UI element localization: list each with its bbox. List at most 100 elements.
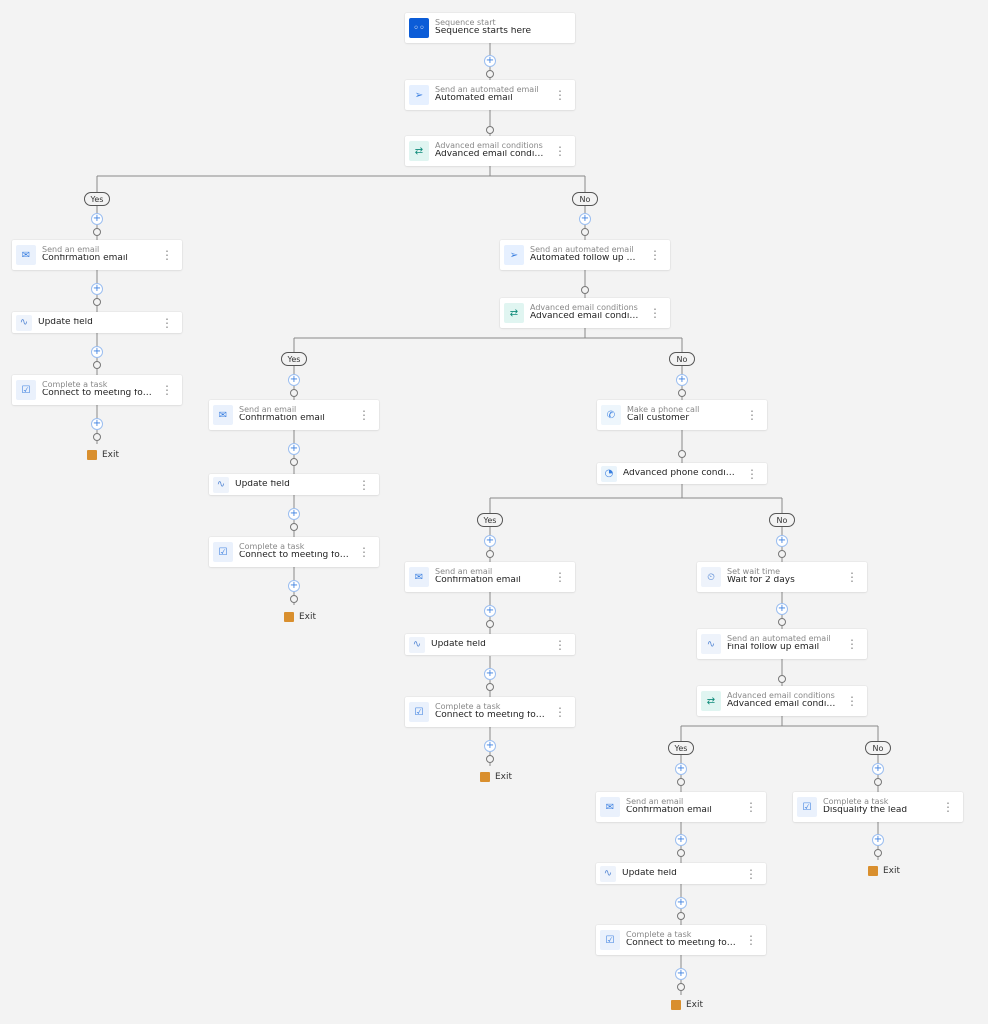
add-step-button[interactable]: + xyxy=(579,213,591,225)
connector-dot xyxy=(581,228,589,236)
node-menu[interactable]: ⋮ xyxy=(743,868,760,880)
node-title: Disqualify the lead xyxy=(823,806,934,816)
add-step-button[interactable]: + xyxy=(872,834,884,846)
add-step-button[interactable]: + xyxy=(288,374,300,386)
add-step-button[interactable]: + xyxy=(675,763,687,775)
add-step-button[interactable]: + xyxy=(91,418,103,430)
node-title: Advanced email conditions xyxy=(435,150,546,160)
confirmation-email-node[interactable]: ✉ Send an email Confirmation email ⋮ xyxy=(209,400,379,430)
complete-task-node[interactable]: ☑ Complete a task Connect to meeting for… xyxy=(12,375,182,405)
mail-icon: ✉ xyxy=(600,797,620,817)
node-menu[interactable]: ⋮ xyxy=(159,317,176,329)
send-icon: ∿ xyxy=(701,634,721,654)
advanced-email-conditions-node[interactable]: ⇄ Advanced email conditions Advanced ema… xyxy=(697,686,867,716)
mail-icon: ✉ xyxy=(213,405,233,425)
connector-dot xyxy=(290,523,298,531)
add-step-button[interactable]: + xyxy=(91,346,103,358)
connector-dot xyxy=(486,683,494,691)
update-field-node[interactable]: ∿ Update field ⋮ xyxy=(12,312,182,333)
add-step-button[interactable]: + xyxy=(776,603,788,615)
sequence-start-node[interactable]: ◦◦ Sequence start Sequence starts here xyxy=(405,13,575,43)
add-step-button[interactable]: + xyxy=(675,968,687,980)
add-step-button[interactable]: + xyxy=(484,605,496,617)
node-title: Connect to meeting for product demo r... xyxy=(239,551,350,561)
node-menu[interactable]: ⋮ xyxy=(940,801,957,813)
add-step-button[interactable]: + xyxy=(872,763,884,775)
add-step-button[interactable]: + xyxy=(484,668,496,680)
node-menu[interactable]: ⋮ xyxy=(356,546,373,558)
call-customer-node[interactable]: ✆ Make a phone call Call customer ⋮ xyxy=(597,400,767,430)
confirmation-email-node[interactable]: ✉ Send an email Confirmation email ⋮ xyxy=(12,240,182,270)
condition-icon: ⇄ xyxy=(701,691,721,711)
node-subtitle: Make a phone call xyxy=(627,406,738,415)
node-menu[interactable]: ⋮ xyxy=(844,695,861,707)
node-menu[interactable]: ⋮ xyxy=(743,934,760,946)
connector-dot xyxy=(93,361,101,369)
complete-task-node[interactable]: ☑ Complete a task Connect to meeting for… xyxy=(405,697,575,727)
exit-label: Exit xyxy=(686,1000,703,1010)
node-subtitle: Send an email xyxy=(239,406,350,415)
node-menu[interactable]: ⋮ xyxy=(552,145,569,157)
mail-icon: ✉ xyxy=(409,567,429,587)
update-field-node[interactable]: ∿ Update field ⋮ xyxy=(209,474,379,495)
add-step-button[interactable]: + xyxy=(676,374,688,386)
advanced-email-conditions-node[interactable]: ⇄ Advanced email conditions Advanced ema… xyxy=(405,136,575,166)
wait-node[interactable]: ⏲ Set wait time Wait for 2 days ⋮ xyxy=(697,562,867,592)
add-step-button[interactable]: + xyxy=(288,580,300,592)
exit-icon xyxy=(671,1000,681,1010)
node-menu[interactable]: ⋮ xyxy=(844,571,861,583)
node-menu[interactable]: ⋮ xyxy=(743,801,760,813)
advanced-email-conditions-node[interactable]: ⇄ Advanced email conditions Advanced ema… xyxy=(500,298,670,328)
send-icon: ➢ xyxy=(409,85,429,105)
node-subtitle: Complete a task xyxy=(823,798,934,807)
complete-task-node[interactable]: ☑ Complete a task Connect to meeting for… xyxy=(209,537,379,567)
node-title: Confirmation email xyxy=(626,806,737,816)
node-menu[interactable]: ⋮ xyxy=(552,571,569,583)
confirmation-email-node[interactable]: ✉ Send an email Confirmation email ⋮ xyxy=(596,792,766,822)
node-subtitle: Send an email xyxy=(626,798,737,807)
add-step-button[interactable]: + xyxy=(91,283,103,295)
node-subtitle: Complete a task xyxy=(626,931,737,940)
node-menu[interactable]: ⋮ xyxy=(552,639,569,651)
add-step-button[interactable]: + xyxy=(288,508,300,520)
node-menu[interactable]: ⋮ xyxy=(647,307,664,319)
complete-task-node[interactable]: ☑ Complete a task Connect to meeting for… xyxy=(596,925,766,955)
exit-label: Exit xyxy=(102,450,119,460)
add-step-button[interactable]: + xyxy=(484,535,496,547)
update-field-node[interactable]: ∿ Update field ⋮ xyxy=(405,634,575,655)
node-menu[interactable]: ⋮ xyxy=(744,409,761,421)
add-step-button[interactable]: + xyxy=(675,834,687,846)
node-title: Confirmation email xyxy=(435,576,546,586)
node-menu[interactable]: ⋮ xyxy=(552,706,569,718)
automated-followup-email-node[interactable]: ➢ Send an automated email Automated foll… xyxy=(500,240,670,270)
add-step-button[interactable]: + xyxy=(484,55,496,67)
connector-dot xyxy=(486,620,494,628)
mail-icon: ✉ xyxy=(16,245,36,265)
connector-dot xyxy=(93,228,101,236)
node-menu[interactable]: ⋮ xyxy=(647,249,664,261)
add-step-button[interactable]: + xyxy=(675,897,687,909)
node-menu[interactable]: ⋮ xyxy=(159,384,176,396)
update-field-node[interactable]: ∿ Update field ⋮ xyxy=(596,863,766,884)
node-menu[interactable]: ⋮ xyxy=(356,409,373,421)
node-title: Advanced phone condition xyxy=(623,469,738,479)
exit-label: Exit xyxy=(883,866,900,876)
node-menu[interactable]: ⋮ xyxy=(552,89,569,101)
final-followup-email-node[interactable]: ∿ Send an automated email Final follow u… xyxy=(697,629,867,659)
add-step-button[interactable]: + xyxy=(91,213,103,225)
node-menu[interactable]: ⋮ xyxy=(844,638,861,650)
confirmation-email-node[interactable]: ✉ Send an email Confirmation email ⋮ xyxy=(405,562,575,592)
branch-no-pill: No xyxy=(865,741,891,755)
node-menu[interactable]: ⋮ xyxy=(744,468,761,480)
branch-no-pill: No xyxy=(669,352,695,366)
advanced-phone-condition-node[interactable]: ◔ Advanced phone condition ⋮ xyxy=(597,463,767,484)
node-menu[interactable]: ⋮ xyxy=(356,479,373,491)
add-step-button[interactable]: + xyxy=(776,535,788,547)
node-menu[interactable]: ⋮ xyxy=(159,249,176,261)
automated-email-node[interactable]: ➢ Send an automated email Automated emai… xyxy=(405,80,575,110)
disqualify-lead-node[interactable]: ☑ Complete a task Disqualify the lead ⋮ xyxy=(793,792,963,822)
node-title: Update field xyxy=(235,480,350,490)
node-title: Automated follow up email xyxy=(530,254,641,264)
add-step-button[interactable]: + xyxy=(288,443,300,455)
add-step-button[interactable]: + xyxy=(484,740,496,752)
